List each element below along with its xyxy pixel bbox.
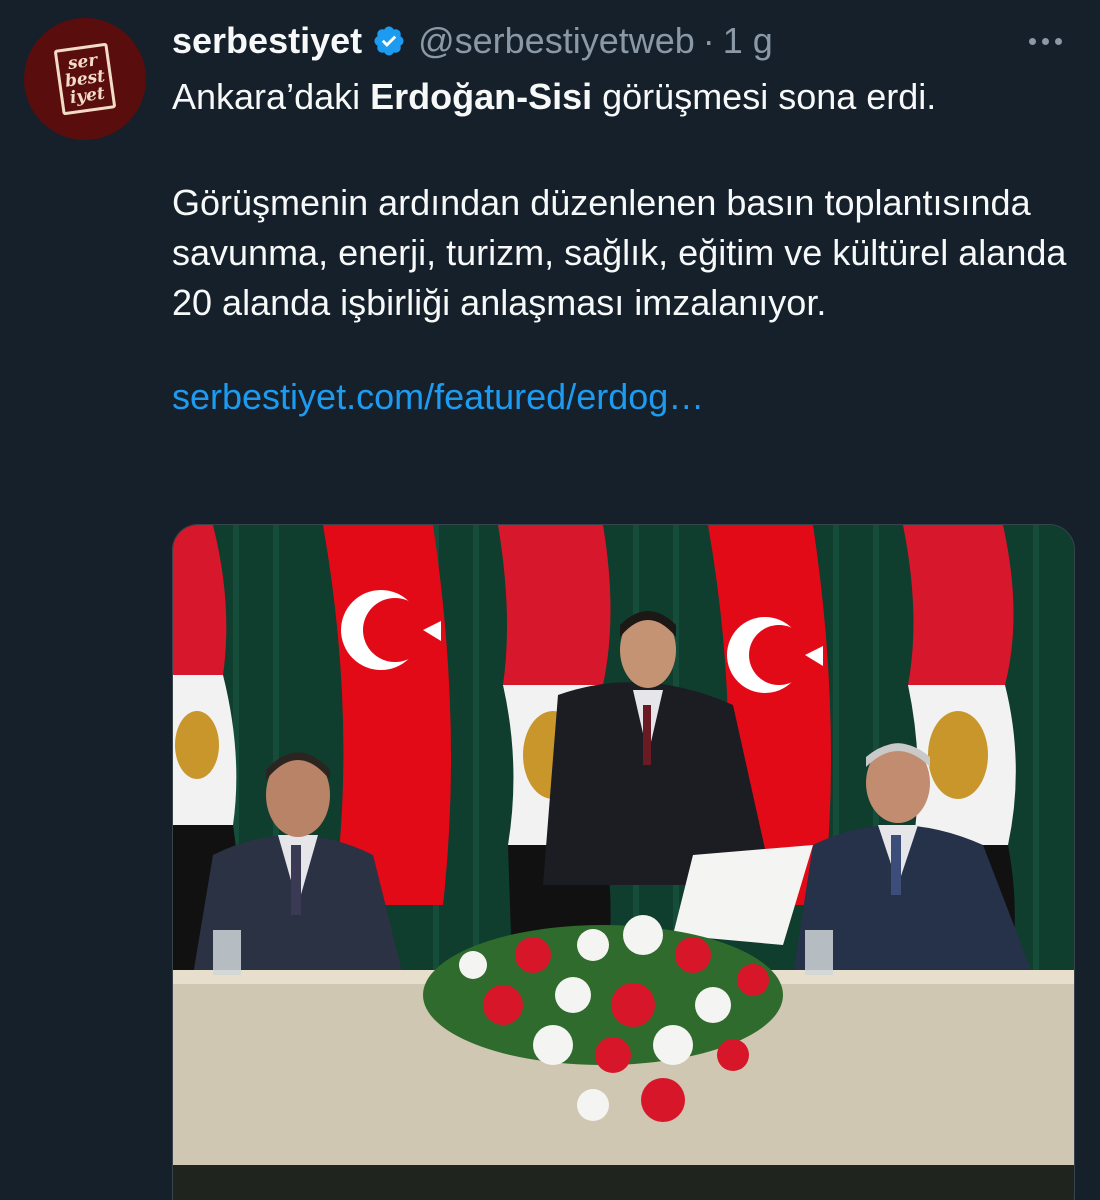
tweet[interactable]: ser best iyet serbestiyet @serbestiyetwe… [0,0,1100,1200]
logo-text-3: iyet [68,83,107,108]
article-link[interactable]: serbestiyet.com/featured/erdog… [172,372,1072,422]
text-bold: Erdoğan-Sisi [370,76,593,117]
tweet-header: serbestiyet @serbestiyetweb · 1 g [172,16,1076,66]
verified-badge-icon[interactable] [372,24,406,58]
tweet-text: Ankara’daki Erdoğan-Sisi görüşmesi sona … [172,72,1072,422]
handle[interactable]: @serbestiyetweb [418,20,695,62]
avatar[interactable]: ser best iyet [24,18,146,140]
more-options-icon[interactable] [1020,16,1070,66]
text-post: görüşmesi sona erdi. [592,76,937,117]
separator-dot: · [702,20,715,61]
signing-ceremony-photo [173,525,1074,1200]
tweet-paragraph-2: Görüşmenin ardından düzenlenen basın top… [172,182,1067,323]
display-name[interactable]: serbestiyet [172,20,362,62]
text-pre: Ankara’daki [172,76,371,117]
tweet-line-1: Ankara’daki Erdoğan-Sisi görüşmesi sona … [172,72,1072,122]
timestamp[interactable]: 1 g [723,20,773,62]
serbestiyet-logo: ser best iyet [53,42,117,116]
tweet-photo[interactable] [172,524,1075,1200]
